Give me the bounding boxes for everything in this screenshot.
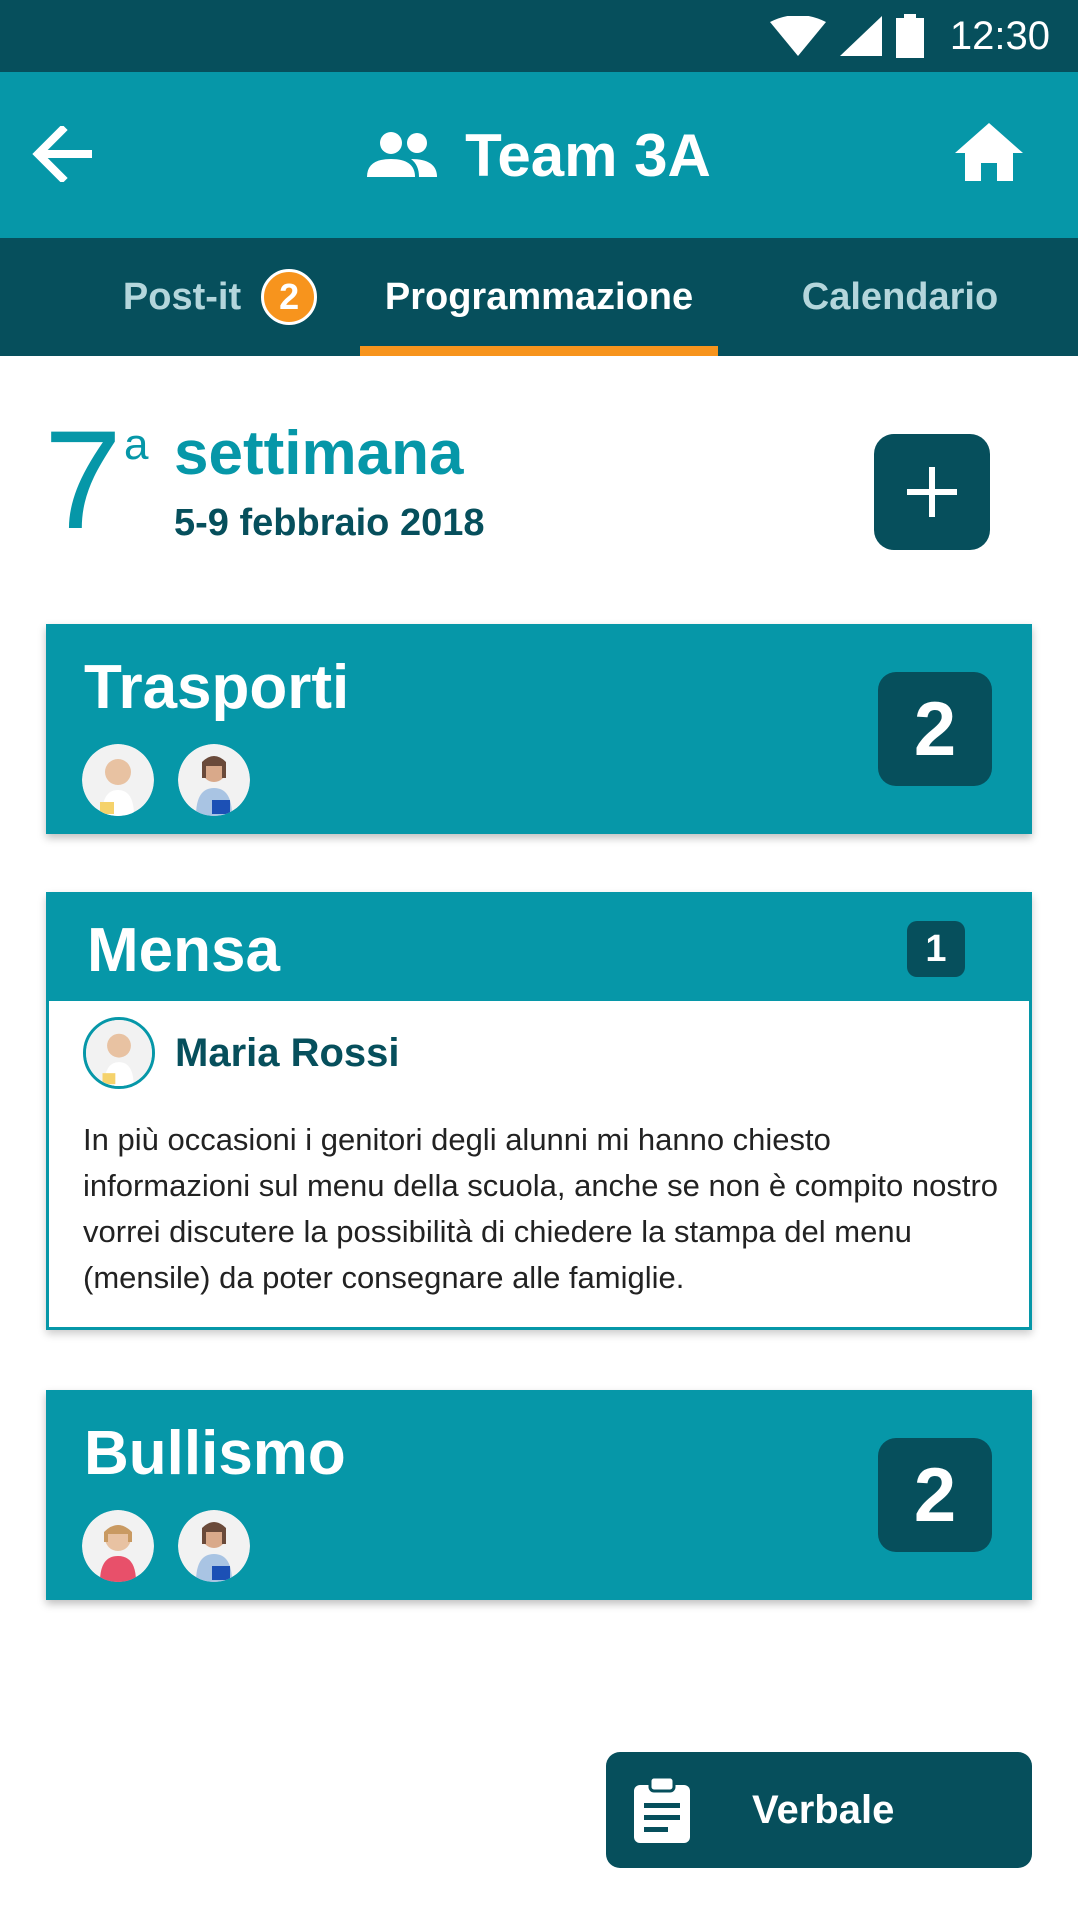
author-name: Maria Rossi: [175, 1030, 400, 1075]
signal-icon: [839, 16, 882, 56]
post-author: Maria Rossi: [83, 1017, 400, 1089]
add-button[interactable]: [874, 434, 990, 550]
app-title-wrap: Team 3A: [0, 72, 1078, 238]
avatar[interactable]: [82, 744, 154, 816]
clipboard-icon: [632, 1775, 692, 1845]
topic-card-trasporti[interactable]: Trasporti 2: [46, 624, 1032, 834]
tab-label: Programmazione: [384, 275, 694, 318]
tab-calendario[interactable]: Calendario: [770, 238, 1030, 356]
page-title: Team 3A: [465, 121, 711, 189]
status-time: 12:30: [949, 13, 1050, 58]
post-count: 2: [878, 672, 992, 786]
avatar[interactable]: [82, 1510, 154, 1582]
notification-badge: 2: [261, 269, 318, 325]
post-count: 2: [878, 1438, 992, 1552]
participants: [82, 1510, 250, 1582]
topic-card-mensa[interactable]: Mensa 1 Maria Rossi In più occasioni i g…: [46, 892, 1032, 1330]
plus-icon: [907, 467, 957, 517]
active-tab-indicator: [360, 346, 718, 356]
person-avatar-icon: [82, 1510, 154, 1582]
group-icon: [367, 132, 438, 177]
app-bar: Team 3A: [0, 72, 1078, 238]
avatar[interactable]: [83, 1017, 155, 1089]
avatar[interactable]: [178, 1510, 250, 1582]
tab-programmazione[interactable]: Programmazione: [360, 238, 718, 356]
topic-card-bullismo[interactable]: Bullismo 2: [46, 1390, 1032, 1600]
tab-label: Calendario: [801, 275, 999, 318]
tab-post-it[interactable]: Post-it 2: [90, 238, 350, 356]
week-number: 7: [44, 401, 122, 558]
post-count: 1: [907, 921, 965, 977]
tab-bar: Post-it 2 Programmazione Calendario: [0, 238, 1078, 356]
post-text: In più occasioni i genitori degli alunni…: [83, 1122, 999, 1295]
person-avatar-icon: [178, 744, 250, 816]
card-title: Mensa: [87, 916, 280, 985]
card-header: Mensa 1: [49, 895, 1029, 1001]
card-title: Bullismo: [84, 1419, 346, 1488]
status-icons: 12:30: [769, 0, 1050, 72]
verbale-label: Verbale: [752, 1787, 895, 1832]
participants: [82, 744, 250, 816]
card-title: Trasporti: [84, 653, 350, 722]
wifi-icon: [769, 16, 826, 56]
status-bar: 12:30: [0, 0, 1078, 72]
verbale-button[interactable]: Verbale: [606, 1752, 1032, 1868]
person-avatar-icon: [86, 1020, 152, 1086]
week-dates: 5-9 febbraio 2018: [174, 502, 485, 544]
person-avatar-icon: [82, 744, 154, 816]
battery-icon: [895, 14, 924, 58]
person-avatar-icon: [178, 1510, 250, 1582]
avatar[interactable]: [178, 744, 250, 816]
home-icon: [955, 123, 1023, 181]
week-ordinal: a: [124, 420, 149, 469]
week-label: settimana: [174, 419, 464, 488]
home-button[interactable]: [944, 112, 1034, 192]
tab-label: Post-it: [122, 275, 242, 318]
